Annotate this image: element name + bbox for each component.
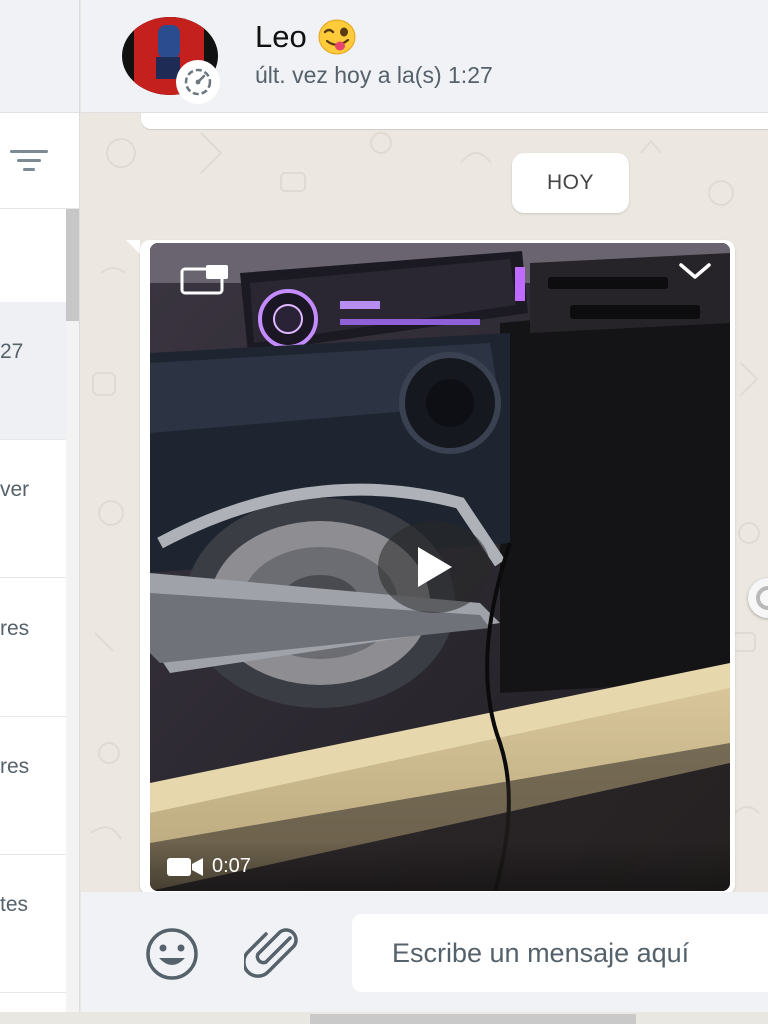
play-icon [418,547,452,587]
chat-list-item[interactable]: ver [0,440,66,578]
sidebar-scrollbar-thumb[interactable] [66,209,79,321]
chat-list-item-time: 27 [0,340,24,363]
sidebar-header [0,0,79,113]
chat-list-item[interactable]: res [0,717,66,855]
chat-list-item-fragment: res [0,617,30,640]
paperclip-icon[interactable] [244,926,298,978]
chevron-down-icon[interactable] [675,259,715,283]
last-seen-status: últ. vez hoy a la(s) 1:27 [255,62,493,88]
video-duration-label: 0:07 [166,855,251,878]
chat-list-item-fragment: res [0,755,30,778]
picture-in-picture-icon[interactable] [180,263,230,295]
message-input[interactable] [352,914,768,992]
chat-messages-area: HOY 0:07 [81,113,768,892]
chat-list-item-active[interactable]: 27 [0,302,66,440]
video-duration-text: 0:07 [212,855,251,877]
winking-face-with-tongue-icon [318,19,356,55]
status-icon[interactable] [176,60,220,104]
contact-name-text: Leo [255,19,307,54]
play-button[interactable] [378,521,490,613]
date-divider: HOY [512,153,629,213]
chat-list-item-fragment: tes [0,893,29,916]
window-scrollbar-thumb[interactable] [310,1014,636,1024]
bubble-tail [126,240,140,254]
previous-message-bubble [141,113,768,129]
filter-icon[interactable] [10,147,48,173]
video-camera-icon [167,857,203,876]
emoji-icon[interactable] [142,928,202,980]
chat-list-item[interactable]: res [0,579,66,717]
video-thumbnail[interactable]: 0:07 [150,243,730,891]
chat-list-sidebar: 27 ver res res tes [0,0,80,1012]
contact-name[interactable]: Leo [255,17,359,57]
chat-list-item[interactable]: tes [0,855,66,993]
sidebar-scrollbar-track [66,209,79,1012]
chat-list-item-fragment: ver [0,478,30,501]
